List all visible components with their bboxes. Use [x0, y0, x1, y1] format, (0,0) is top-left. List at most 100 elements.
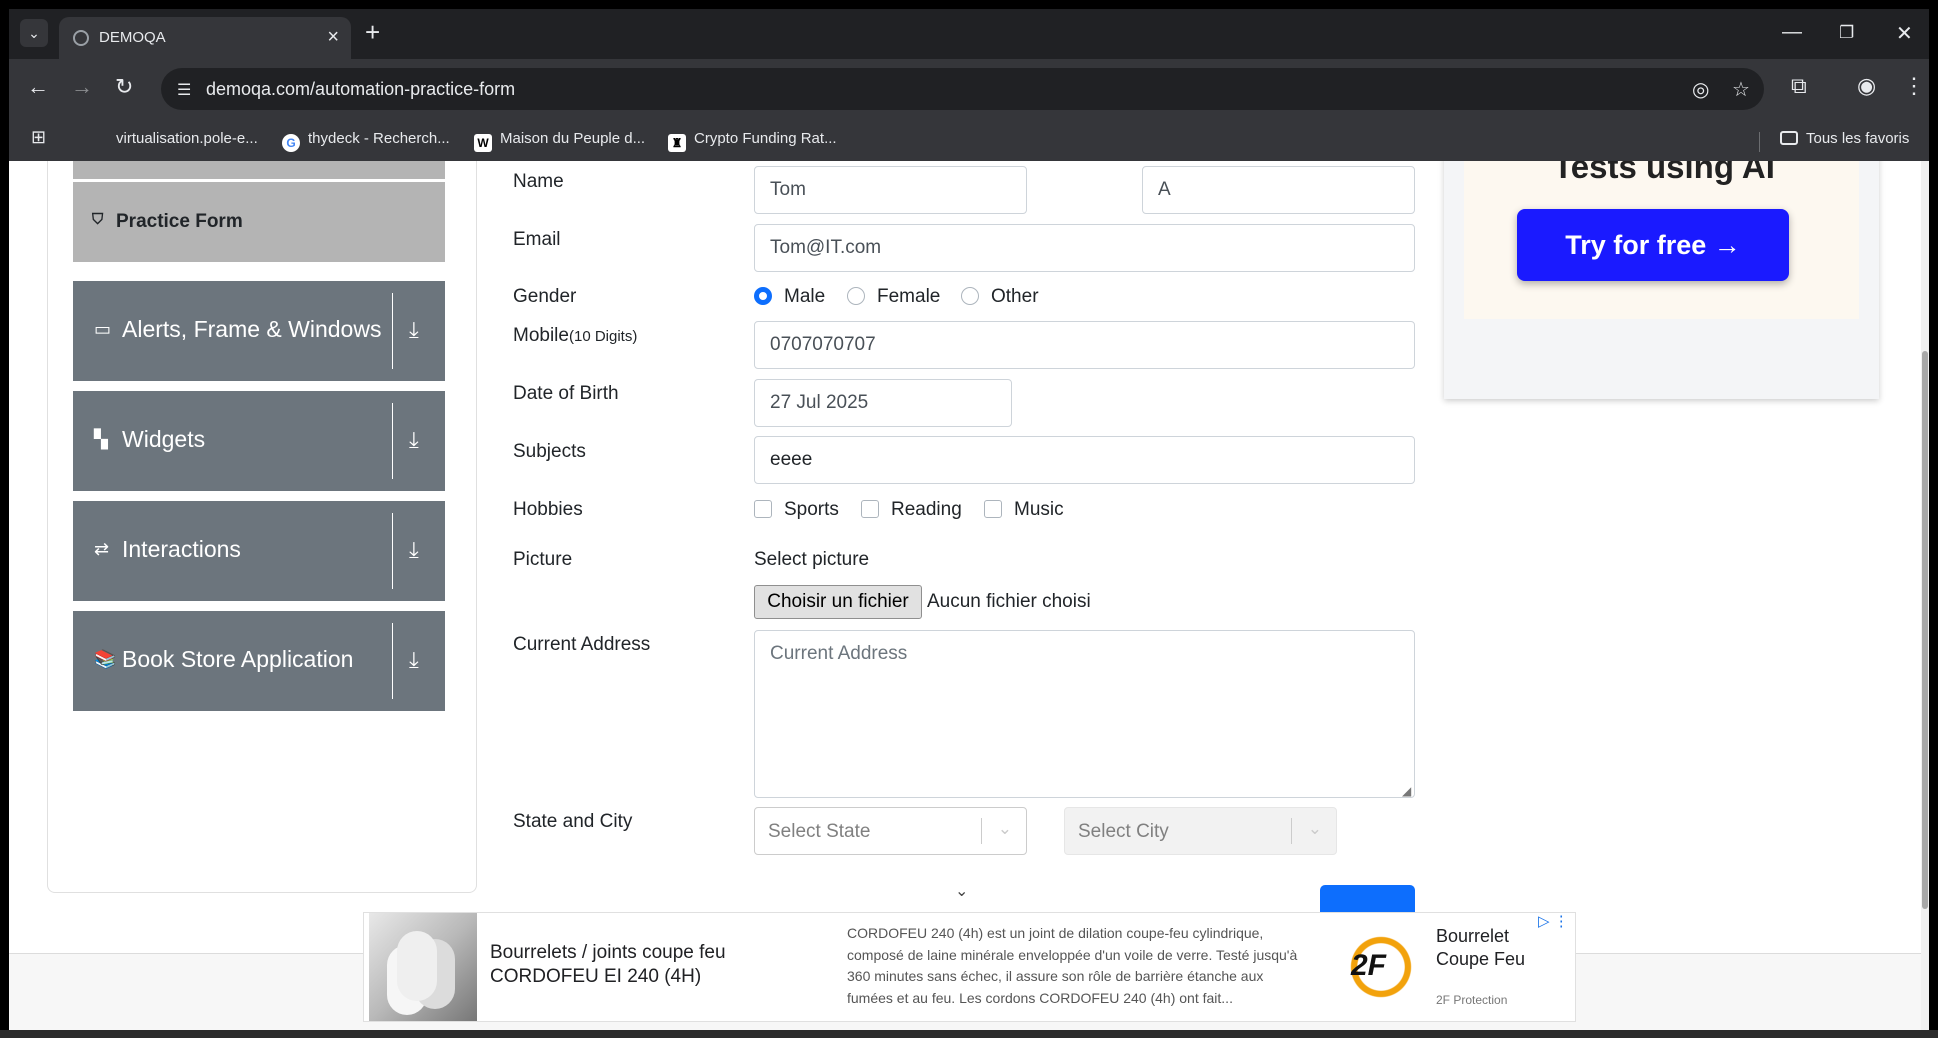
hobby-sports-label[interactable]: Sports	[784, 499, 839, 521]
sidebar-group-interactions[interactable]: ⇄ Interactions ⤓	[73, 501, 445, 601]
divider	[392, 623, 393, 699]
download-icon[interactable]: ⤓	[409, 537, 419, 563]
window-icon: ▭	[94, 319, 112, 339]
city-select[interactable]: Select City ⌄	[1064, 807, 1337, 855]
reload-icon[interactable]: ↻	[115, 76, 133, 98]
divider	[392, 293, 393, 369]
choose-file-button[interactable]: Choisir un fichier	[754, 585, 922, 619]
site-settings-icon[interactable]: ☰	[177, 80, 195, 99]
ad-source: 2F Protection	[1436, 993, 1508, 1007]
bookmark-0[interactable]: virtualisation.pole-e...	[116, 130, 258, 147]
folder-icon	[1780, 131, 1798, 145]
web-page: ⛉ Practice Form ▭ Alerts, Frame & Window…	[9, 161, 1929, 1030]
url-text: demoqa.com/automation-practice-form	[206, 79, 516, 99]
star-icon[interactable]: ☆	[1732, 77, 1750, 102]
tab-title: DEMOQA	[99, 29, 166, 46]
hobby-music-label[interactable]: Music	[1014, 499, 1064, 521]
resize-handle-icon[interactable]: ◢	[1402, 784, 1411, 798]
sidebar-group-label: Interactions	[122, 536, 241, 562]
first-name-input[interactable]: Tom	[754, 166, 1027, 214]
apps-icon[interactable]: ⊞	[31, 127, 46, 148]
ad-title[interactable]: Bourrelets / joints coupe feu CORDOFEU E…	[490, 941, 770, 989]
subjects-label: Subjects	[513, 441, 586, 462]
chevron-down-icon: ⌄	[1307, 819, 1322, 838]
try-for-free-button[interactable]: Try for free →	[1517, 209, 1789, 281]
sidebar-group-label: Widgets	[122, 426, 206, 452]
address-textarea[interactable]: Current Address	[754, 630, 1415, 798]
gender-other-label[interactable]: Other	[991, 286, 1039, 308]
ad-logo: 2F	[1339, 935, 1423, 999]
screen: ⌄ DEMOQA × + — ❐ ✕ ← → ↻ ☰ demoqa.com/au…	[0, 0, 1938, 1038]
subjects-input[interactable]: eeee	[754, 436, 1415, 484]
tab-search-button[interactable]: ⌄	[20, 19, 48, 47]
gender-female-radio[interactable]	[847, 287, 865, 305]
globe-icon	[73, 30, 89, 46]
bookmark-label: Maison du Peuple d...	[500, 130, 646, 147]
ad-banner-right[interactable]: Tests using AI Try for free →	[1444, 161, 1879, 399]
email-input[interactable]: Tom@IT.com	[754, 224, 1415, 272]
all-bookmarks[interactable]: Tous les favoris	[1780, 130, 1909, 147]
ad-description: CORDOFEU 240 (4h) est un joint de dilati…	[847, 925, 1298, 1006]
sidebar-group-book-store[interactable]: 📚 Book Store Application ⤓	[73, 611, 445, 711]
bookmark-label: virtualisation.pole-e...	[116, 130, 258, 147]
sidebar-item-label: Practice Form	[116, 211, 243, 232]
tab-demoqa[interactable]: DEMOQA ×	[59, 17, 351, 59]
state-select[interactable]: Select State ⌄	[754, 807, 1027, 855]
download-icon[interactable]: ⤓	[409, 427, 419, 453]
html-icon: ⛉	[92, 211, 104, 228]
mobile-label-text: Mobile	[513, 325, 569, 346]
dob-input[interactable]: 27 Jul 2025	[754, 379, 1012, 427]
bookmark-2[interactable]: W Maison du Peuple d...	[474, 130, 645, 152]
forward-icon[interactable]: →	[71, 76, 93, 98]
widgets-icon: ▚	[94, 429, 108, 449]
close-tab-icon[interactable]: ×	[327, 26, 339, 49]
scrollbar[interactable]	[1921, 161, 1929, 1030]
ad-choices-icon[interactable]: ▷ ⋮	[1538, 912, 1569, 930]
back-icon[interactable]: ←	[27, 76, 49, 98]
sidebar-group-alerts[interactable]: ▭ Alerts, Frame & Windows ⤓	[73, 281, 445, 381]
gender-male-label[interactable]: Male	[784, 286, 825, 308]
sidebar-group-label: Alerts, Frame & Windows	[122, 316, 382, 342]
bookmark-3[interactable]: ♜ Crypto Funding Rat...	[668, 130, 837, 152]
state-city-label: State and City	[513, 811, 633, 832]
divider	[1291, 818, 1292, 844]
minimize-icon[interactable]: —	[1782, 21, 1802, 44]
divider	[392, 513, 393, 589]
ad-brand[interactable]: Bourrelet Coupe Feu	[1436, 925, 1556, 971]
gender-male-radio[interactable]	[754, 287, 772, 305]
email-label: Email	[513, 229, 561, 250]
gender-female-label[interactable]: Female	[877, 286, 940, 308]
sidebar-item-practice-form[interactable]: ⛉ Practice Form	[73, 182, 445, 262]
restore-icon[interactable]: ❐	[1839, 23, 1854, 43]
previous-menu-item[interactable]	[73, 161, 445, 179]
menu-icon[interactable]: ⋮	[1903, 73, 1925, 99]
download-icon[interactable]: ⤓	[409, 317, 419, 343]
last-name-input[interactable]: A	[1142, 166, 1415, 214]
eye-off-icon[interactable]: ◎	[1692, 77, 1709, 102]
chevron-down-icon: ⌄	[997, 819, 1012, 838]
address-bar[interactable]: ☰ demoqa.com/automation-practice-form ◎ …	[161, 68, 1764, 110]
profile-icon[interactable]: ◉	[1857, 73, 1876, 99]
close-window-icon[interactable]: ✕	[1896, 21, 1913, 46]
divider	[392, 403, 393, 479]
dob-label: Date of Birth	[513, 383, 619, 404]
new-tab-button[interactable]: +	[365, 19, 380, 45]
sidebar-group-label: Book Store Application	[122, 646, 354, 672]
hobby-reading-label[interactable]: Reading	[891, 499, 962, 521]
city-placeholder: Select City	[1078, 821, 1169, 842]
bookmark-1[interactable]: Gthydeck - Recherch...	[282, 130, 450, 152]
scrollbar-thumb[interactable]	[1922, 351, 1928, 909]
extensions-icon[interactable]: ⧉	[1791, 73, 1807, 99]
hobby-sports-checkbox[interactable]	[754, 500, 772, 518]
sidebar-group-widgets[interactable]: ▚ Widgets ⤓	[73, 391, 445, 491]
mobile-input[interactable]: 0707070707	[754, 321, 1415, 369]
download-icon[interactable]: ⤓	[409, 647, 419, 673]
submit-button[interactable]	[1320, 885, 1415, 915]
hobby-reading-checkbox[interactable]	[861, 500, 879, 518]
gender-other-radio[interactable]	[961, 287, 979, 305]
chevron-down-icon[interactable]: ⌄	[955, 881, 968, 901]
select-picture-label: Select picture	[754, 549, 870, 570]
ad-banner-bottom[interactable]: Bourrelets / joints coupe feu CORDOFEU E…	[363, 912, 1576, 1022]
state-placeholder: Select State	[768, 821, 871, 842]
hobby-music-checkbox[interactable]	[984, 500, 1002, 518]
